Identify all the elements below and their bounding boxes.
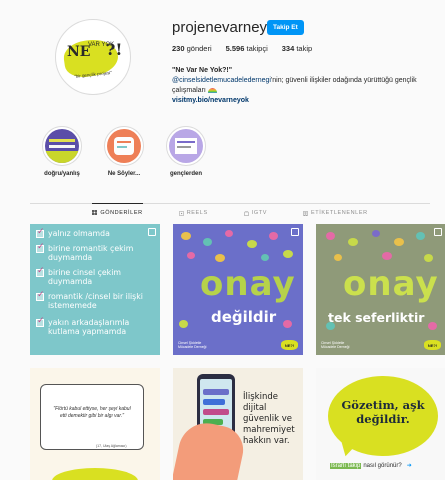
tab-posts[interactable]: GÖNDERİLER bbox=[92, 203, 143, 221]
post-org-logo: Cinsel Şiddetle Mücadele Derneği bbox=[321, 341, 350, 349]
post-message: İlişkinde dijital güvenlik ve mahremiyet… bbox=[243, 392, 295, 446]
profile-header: NE VAR YOK ?! "bir gençlik projesi" proj… bbox=[0, 0, 445, 120]
post-onay-degildir[interactable]: onay değildir Cinsel Şiddetle Mücadele D… bbox=[173, 224, 303, 355]
post-gozetim[interactable]: Gözetim, aşk değildir. İsrarlı takip nas… bbox=[316, 368, 445, 480]
profile-stats: 230 gönderi 5.596 takipçi 334 takip bbox=[172, 44, 312, 53]
bubble-text: Gözetim, aşk değildir. bbox=[341, 398, 425, 426]
post-checklist[interactable]: yalnız olmamda birine romantik çekim duy… bbox=[30, 224, 160, 355]
highlight-cover bbox=[45, 129, 79, 163]
highlight-label: gençlerden bbox=[169, 171, 202, 177]
checkbox-icon bbox=[36, 243, 45, 253]
post-caption-line: İsrarlı takip nasıl görünür? ➜ bbox=[330, 462, 412, 469]
rainbow-icon bbox=[207, 87, 217, 93]
highlight-cover bbox=[169, 129, 203, 163]
highlight-ne-soyler[interactable]: Ne Söyler... bbox=[102, 126, 146, 177]
checkbox-icon bbox=[36, 291, 45, 301]
post-ne-badge: NE?! bbox=[424, 340, 441, 350]
post-quote[interactable]: "Flörtü kabul ettiyse, her şeyi kabul et… bbox=[30, 368, 160, 480]
list-item: romantik /cinsel bir ilişki istememede bbox=[36, 291, 156, 310]
profile-tabs: GÖNDERİLER REELS IGTV ETİKETLENENLER bbox=[30, 203, 430, 222]
profile-avatar[interactable]: NE VAR YOK ?! "bir gençlik projesi" bbox=[55, 19, 131, 95]
igtv-icon bbox=[243, 210, 249, 216]
highlight-label: Ne Söyler... bbox=[107, 171, 141, 177]
hand-illustration bbox=[173, 418, 248, 480]
checkbox-icon bbox=[36, 228, 45, 238]
list-item: birine cinsel çekim duymamda bbox=[36, 267, 156, 286]
post-digital-safety[interactable]: İlişkinde dijital güvenlik ve mahremiyet… bbox=[173, 368, 303, 480]
post-subtitle: değildir bbox=[211, 308, 277, 326]
list-item: yakın arkadaşlarımla kutlama yapmamda bbox=[36, 317, 156, 336]
list-item: yalnız olmamda bbox=[36, 228, 110, 238]
bio-mention-link[interactable]: @cinselsidetlemucadeledernegi bbox=[172, 77, 271, 84]
post-subtitle: tek seferliktir bbox=[328, 310, 425, 325]
post-big-word: onay bbox=[200, 264, 296, 304]
post-onay-tek-seferliktir[interactable]: onay tek seferliktir Cinsel Şiddetle Müc… bbox=[316, 224, 445, 355]
post-big-word: onay bbox=[343, 264, 439, 304]
checkbox-icon bbox=[36, 317, 45, 327]
bio-description: @cinselsidetlemucadeledernegi'nin; güven… bbox=[172, 77, 417, 94]
profile-bio: "Ne Var Ne Yok?!" @cinselsidetlemucadele… bbox=[172, 66, 442, 106]
carousel-icon bbox=[291, 228, 299, 236]
logo-ne-text: NE bbox=[67, 44, 91, 60]
follow-button[interactable]: Takip Et bbox=[267, 20, 304, 35]
post-org-logo: Cinsel Şiddetle Mücadele Derneği bbox=[178, 341, 207, 349]
tab-tagged[interactable]: ETİKETLENENLER bbox=[302, 204, 368, 222]
tagged-icon bbox=[302, 210, 308, 216]
story-highlights: doğru/yanlış Ne Söyler... gençlerden bbox=[40, 126, 208, 177]
quote-author: (17, Ulaş Ağlamacı) bbox=[96, 444, 127, 448]
arrow-right-icon: ➜ bbox=[406, 463, 412, 469]
checkbox-icon bbox=[36, 267, 45, 277]
logo-question-text: ?! bbox=[106, 40, 123, 59]
list-item: birine romantik çekim duymamda bbox=[36, 243, 156, 262]
tab-igtv[interactable]: IGTV bbox=[243, 204, 267, 222]
carousel-icon bbox=[434, 228, 442, 236]
reels-icon bbox=[178, 210, 184, 216]
carousel-icon bbox=[148, 228, 156, 236]
tab-reels[interactable]: REELS bbox=[178, 204, 208, 222]
quote-text: "Flörtü kabul ettiyse, her şeyi kabul et… bbox=[53, 406, 131, 419]
bio-website-link[interactable]: visitmy.bio/nevarneyok bbox=[172, 96, 442, 106]
highlight-genclerden[interactable]: gençlerden bbox=[164, 126, 208, 177]
post-ne-badge: NE?! bbox=[281, 340, 298, 350]
highlight-label: doğru/yanlış bbox=[44, 171, 80, 177]
highlight-dogru-yanlis[interactable]: doğru/yanlış bbox=[40, 126, 84, 177]
bio-name: "Ne Var Ne Yok?!" bbox=[172, 67, 233, 74]
posts-count[interactable]: 230 gönderi bbox=[172, 44, 212, 53]
avatar-logo: NE VAR YOK ?! "bir gençlik projesi" bbox=[58, 22, 128, 92]
followers-count[interactable]: 5.596 takipçi bbox=[226, 44, 268, 53]
grid-icon bbox=[92, 210, 98, 215]
following-count[interactable]: 334 takip bbox=[282, 44, 312, 53]
highlight-cover bbox=[107, 129, 141, 163]
